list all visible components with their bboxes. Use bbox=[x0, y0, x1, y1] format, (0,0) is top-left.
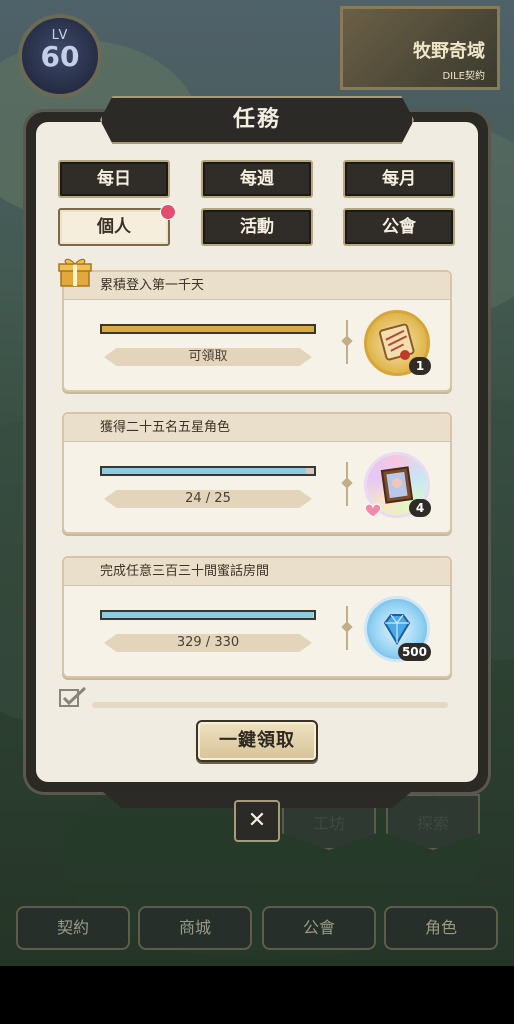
reward-quantity: 500 bbox=[397, 643, 431, 661]
divider-ornament bbox=[344, 320, 350, 364]
bottom-letterbox bbox=[0, 966, 514, 1024]
player-level-badge[interactable]: LV 60 bbox=[18, 14, 102, 98]
level-value: 60 bbox=[40, 40, 80, 73]
divider-ornament bbox=[344, 462, 350, 506]
nav-contract[interactable]: 契約 bbox=[16, 906, 130, 950]
progress-bar bbox=[100, 324, 316, 334]
reward-quantity: 4 bbox=[409, 499, 431, 517]
modal-title: 任務 bbox=[100, 96, 414, 144]
quest-status: 24 / 25 bbox=[104, 490, 312, 508]
banner-title: 牧野奇域 bbox=[413, 41, 485, 62]
reward-slot[interactable]: 500 bbox=[364, 596, 431, 662]
quest-status: 329 / 330 bbox=[104, 634, 312, 652]
checkbox-check-icon bbox=[59, 686, 87, 707]
tab-personal[interactable]: 個人 bbox=[58, 208, 170, 246]
nav-contract-label: 契約 bbox=[56, 918, 89, 937]
notification-dot bbox=[160, 204, 176, 220]
heart-icon bbox=[364, 503, 382, 518]
explore-label: 探索 bbox=[416, 814, 449, 833]
banner-subtitle: DILE契約 bbox=[442, 71, 485, 82]
tab-guild[interactable]: 公會 bbox=[343, 208, 455, 246]
quest-status[interactable]: 可領取 bbox=[104, 348, 312, 366]
tab-monthly[interactable]: 每月 bbox=[343, 160, 455, 198]
tab-event[interactable]: 活動 bbox=[201, 208, 313, 246]
reward-quantity: 1 bbox=[409, 357, 431, 375]
nav-character-label: 角色 bbox=[424, 918, 457, 937]
quest-title: 累積登入第一千天 bbox=[64, 272, 450, 300]
progress-fill bbox=[102, 326, 314, 332]
tab-daily[interactable]: 每日 bbox=[58, 160, 170, 198]
nav-character[interactable]: 角色 bbox=[384, 906, 498, 950]
nav-shop[interactable]: 商城 bbox=[138, 906, 252, 950]
event-banner[interactable]: 牧野奇域 DILE契約 bbox=[340, 6, 500, 90]
claim-all-button[interactable]: 一鍵領取 bbox=[196, 720, 318, 762]
quest-card: 獲得二十五名五星角色 24 / 25 4 bbox=[62, 412, 452, 534]
quest-title: 獲得二十五名五星角色 bbox=[64, 414, 450, 442]
reward-slot[interactable]: 1 bbox=[364, 310, 431, 376]
nav-shop-label: 商城 bbox=[178, 918, 211, 937]
progress-fill bbox=[102, 612, 314, 618]
quest-title: 完成任意三百三十間蜜話房間 bbox=[64, 558, 450, 586]
completed-quests-row bbox=[58, 686, 452, 710]
quest-card: 累積登入第一千天 可領取 1 bbox=[62, 270, 452, 392]
divider-ornament bbox=[344, 606, 350, 650]
progress-bar bbox=[100, 610, 316, 620]
quest-card: 完成任意三百三十間蜜話房間 329 / 330 500 bbox=[62, 556, 452, 678]
tab-weekly[interactable]: 每週 bbox=[201, 160, 313, 198]
nav-guild[interactable]: 公會 bbox=[262, 906, 376, 950]
close-icon[interactable]: ✕ bbox=[234, 800, 280, 842]
workshop-label: 工坊 bbox=[312, 814, 345, 833]
nav-guild-label: 公會 bbox=[302, 918, 335, 937]
progress-fill bbox=[102, 468, 306, 474]
gift-icon bbox=[58, 258, 92, 287]
progress-bar bbox=[100, 466, 316, 476]
